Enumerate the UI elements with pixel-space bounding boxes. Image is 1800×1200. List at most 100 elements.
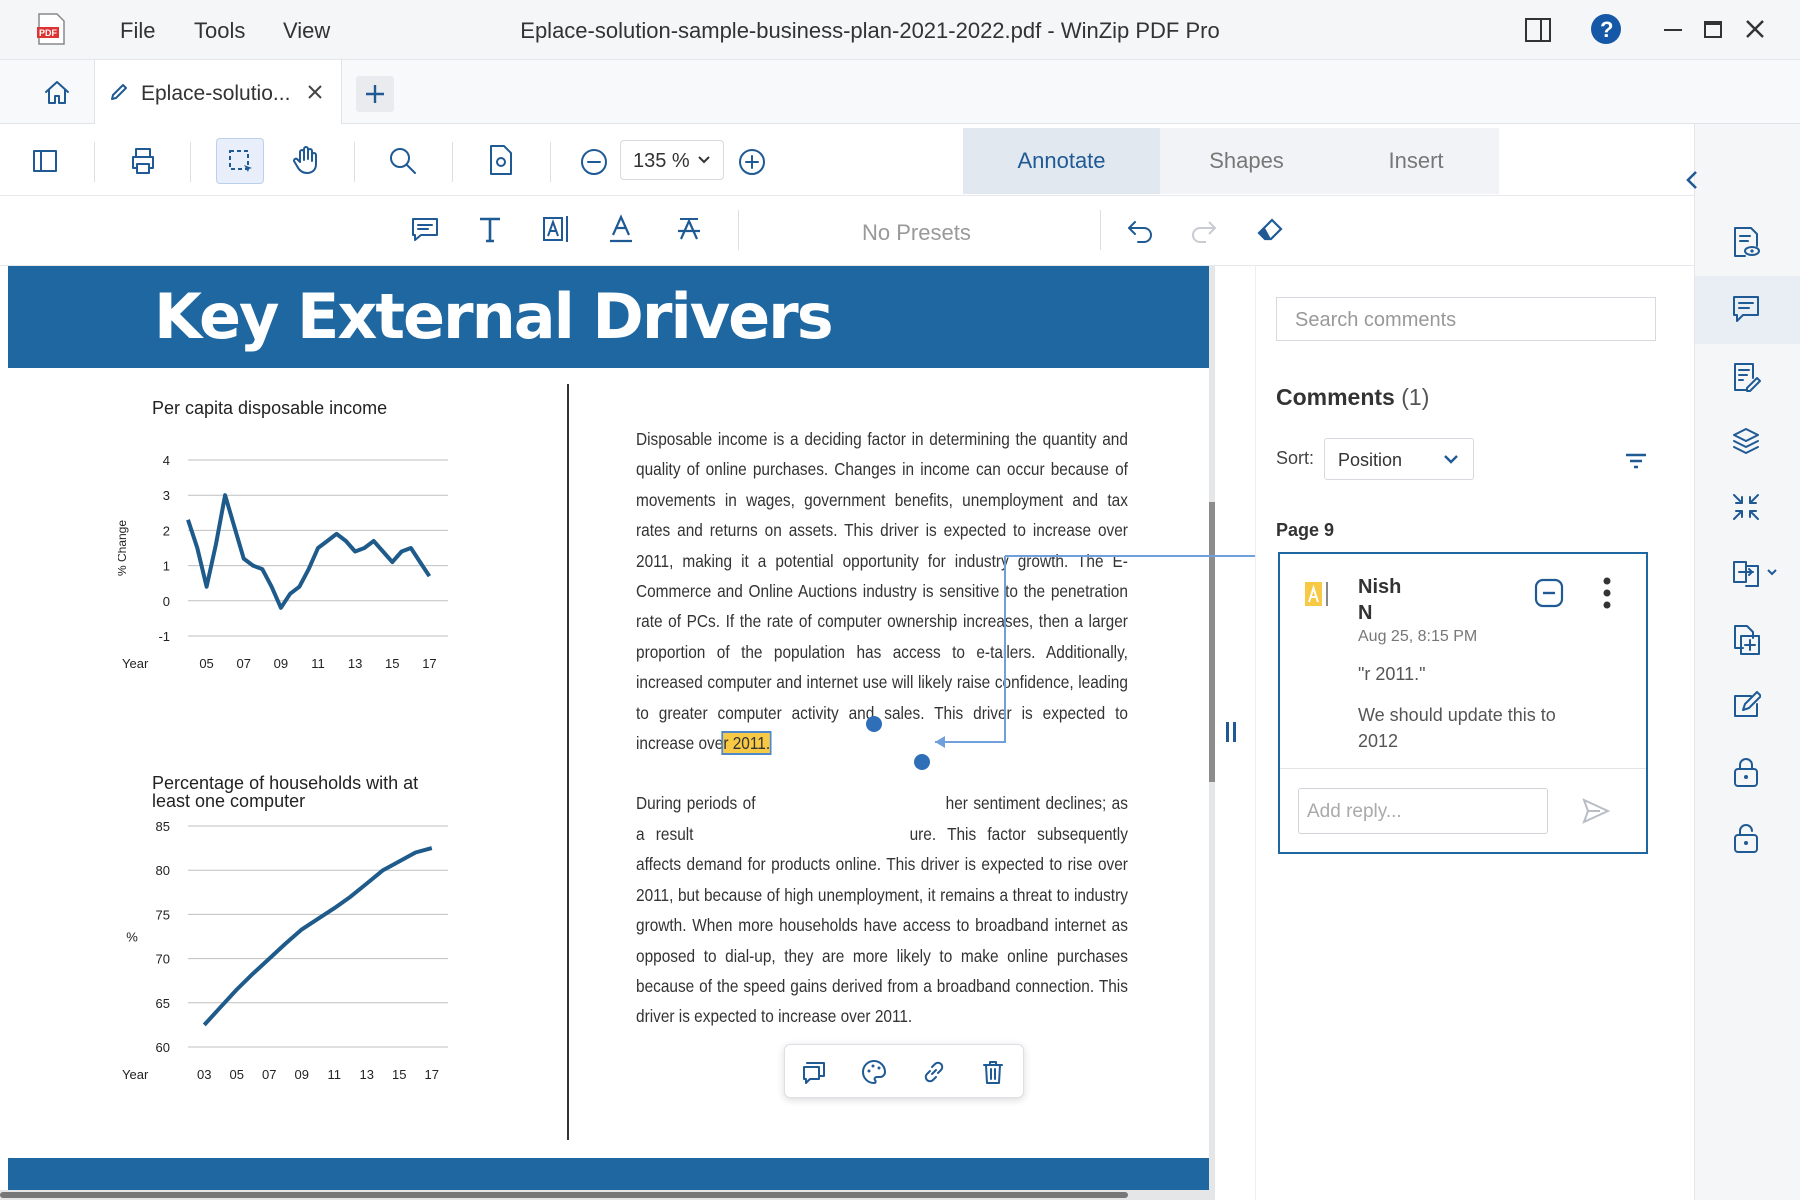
minimize-icon[interactable]	[1664, 29, 1682, 31]
print-icon[interactable]	[128, 146, 158, 176]
y-tick-label: 70	[156, 952, 170, 967]
body-text[interactable]: Disposable income is a deciding factor i…	[636, 424, 1128, 1062]
x-tick-label: 07	[262, 1067, 276, 1082]
comment-card[interactable]: Nish N Aug 25, 8:15 PM "r 2011." We shoul…	[1278, 552, 1648, 854]
series-line	[202, 846, 433, 1027]
view-document-icon[interactable]	[1731, 226, 1761, 258]
highlight-text-icon[interactable]	[542, 214, 570, 244]
combine-files-icon[interactable]	[1731, 624, 1761, 656]
compress-icon[interactable]	[1731, 492, 1761, 522]
card-divider	[1280, 768, 1646, 769]
comment-icon[interactable]	[801, 1059, 827, 1085]
mode-tabs: Annotate Shapes Insert	[963, 128, 1499, 194]
unlock-icon[interactable]	[1731, 822, 1761, 854]
resolve-icon[interactable]	[1534, 578, 1564, 608]
panel-toggle-icon[interactable]	[1524, 16, 1552, 44]
presets-label[interactable]: No Presets	[862, 220, 971, 246]
pdf-page: Key External Drivers Per capita disposab…	[8, 266, 1209, 1190]
chart-2-title: Percentage of households with at least o…	[152, 773, 419, 811]
highlighted-text[interactable]: r 2011.	[721, 731, 772, 756]
x-tick-label: 05	[230, 1067, 244, 1082]
vertical-scrollbar[interactable]	[1209, 266, 1215, 1190]
x-axis-label: Year	[122, 656, 149, 671]
horizontal-scroll-thumb[interactable]	[0, 1192, 1128, 1198]
y-tick-label: 0	[163, 594, 170, 609]
selection-handle-end[interactable]	[914, 754, 930, 770]
select-tool-button[interactable]	[216, 138, 264, 184]
horizontal-scrollbar[interactable]	[0, 1190, 1215, 1200]
home-icon[interactable]	[42, 78, 72, 108]
x-tick-label: 13	[348, 656, 362, 671]
paragraph-1: Disposable income is a deciding factor i…	[636, 429, 1128, 756]
x-tick-label: 07	[236, 656, 250, 671]
y-tick-label: 60	[156, 1040, 170, 1055]
x-tick-label: 09	[274, 656, 288, 671]
zoom-select[interactable]: 135 %	[620, 140, 724, 180]
tab-shapes[interactable]: Shapes	[1160, 128, 1333, 194]
zoom-out-icon[interactable]	[580, 148, 608, 176]
sort-label: Sort:	[1276, 448, 1315, 468]
selection-handle-start[interactable]	[866, 716, 882, 732]
svg-text:PDF: PDF	[39, 28, 58, 38]
menu-file[interactable]: File	[120, 18, 155, 44]
x-axis-label: Year	[122, 1067, 149, 1082]
maximize-icon[interactable]	[1704, 21, 1722, 38]
panel-resize-handle[interactable]	[1226, 722, 1236, 742]
window-title: Eplace-solution-sample-business-plan-202…	[520, 18, 1220, 43]
comment-search-input[interactable]: Search comments	[1276, 297, 1656, 341]
search-icon[interactable]	[388, 146, 418, 176]
palette-icon[interactable]	[861, 1059, 887, 1085]
tab-insert[interactable]: Insert	[1333, 128, 1499, 194]
tab-close-icon[interactable]	[307, 84, 323, 100]
new-tab-button[interactable]	[356, 76, 394, 112]
sign-icon[interactable]	[1731, 690, 1761, 720]
page-footer-band	[8, 1158, 1209, 1190]
eraser-icon[interactable]	[1256, 216, 1286, 244]
annotation-popup-toolbar	[784, 1044, 1024, 1098]
protect-lock-icon[interactable]	[1731, 756, 1761, 788]
x-tick-label: 15	[385, 656, 399, 671]
undo-icon[interactable]	[1126, 218, 1154, 244]
form-fields-icon[interactable]	[1731, 362, 1761, 392]
trash-icon[interactable]	[981, 1059, 1005, 1085]
tab-annotate[interactable]: Annotate	[963, 128, 1160, 194]
tab-bar: Eplace-solutio...	[0, 60, 1800, 125]
x-tick-label: 17	[422, 656, 436, 671]
sidebar-toggle-icon[interactable]	[32, 148, 58, 174]
menu-view[interactable]: View	[283, 18, 330, 44]
strikethrough-icon[interactable]	[676, 214, 702, 244]
tab-document[interactable]: Eplace-solutio...	[94, 60, 342, 125]
filter-icon[interactable]	[1624, 452, 1648, 470]
link-icon[interactable]	[921, 1059, 947, 1085]
x-tick-label: 15	[392, 1067, 406, 1082]
comments-panel: Search comments Comments (1) Sort: Posit…	[1255, 266, 1695, 1200]
page-settings-icon[interactable]	[488, 144, 514, 176]
x-tick-label: 17	[425, 1067, 439, 1082]
menu-tools[interactable]: Tools	[194, 18, 245, 44]
y-axis-label: %	[126, 930, 138, 945]
close-icon[interactable]	[1744, 18, 1766, 40]
highlight-annotation-icon	[1304, 580, 1330, 608]
page-banner: Key External Drivers	[8, 266, 1209, 368]
reply-input[interactable]: Add reply...	[1298, 788, 1548, 834]
paragraph-2: During periods of her sentiment declines…	[636, 793, 1128, 1027]
send-icon[interactable]	[1582, 798, 1610, 824]
zoom-in-icon[interactable]	[738, 148, 766, 176]
collapse-panel-icon[interactable]	[1685, 170, 1699, 190]
help-icon[interactable]: ?	[1590, 13, 1622, 45]
x-tick-label: 11	[328, 1067, 342, 1082]
text-tool-icon[interactable]	[478, 216, 502, 244]
hand-tool-icon[interactable]	[290, 144, 322, 176]
more-options-icon[interactable]	[1602, 576, 1612, 610]
layers-icon[interactable]	[1731, 426, 1761, 456]
page-group-label: Page 9	[1276, 520, 1335, 540]
comment-date: Aug 25, 8:15 PM	[1358, 628, 1478, 645]
comments-icon[interactable]	[1731, 294, 1761, 324]
column-divider	[567, 384, 569, 1140]
sticky-note-icon[interactable]	[410, 216, 440, 244]
vertical-scroll-thumb[interactable]	[1209, 502, 1215, 782]
convert-icon[interactable]	[1731, 558, 1779, 588]
underline-icon[interactable]	[608, 214, 634, 244]
sort-select[interactable]: Position	[1324, 438, 1474, 480]
redo-icon[interactable]	[1190, 218, 1218, 244]
